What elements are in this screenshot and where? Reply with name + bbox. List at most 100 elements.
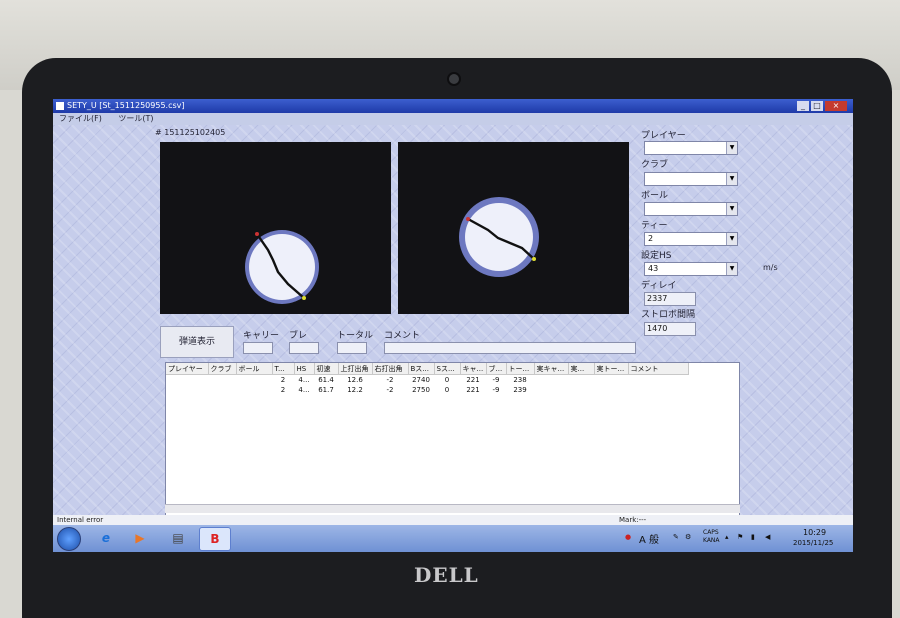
total-field[interactable] — [337, 342, 367, 354]
comment-field[interactable] — [384, 342, 636, 354]
table-cell: -9 — [492, 376, 500, 384]
hs-combo[interactable]: 43 ▼ — [644, 262, 738, 276]
blur-label: ブレ — [289, 331, 308, 341]
taskbar: e ▶ ▤ B ● A 般 ✎ ⚙ CAPS KANA ▴ ⚑ ▮ ◀ 10:2… — [53, 525, 853, 552]
table-cell — [236, 375, 272, 386]
table-cell — [594, 385, 628, 395]
table-cell: 12.2 — [347, 386, 363, 394]
tray-arrow-icon[interactable]: ▴ — [725, 533, 729, 541]
caps-indicator: CAPS — [703, 529, 719, 536]
kana-indicator: KANA — [703, 537, 720, 544]
alert-icon[interactable]: ● — [625, 533, 631, 541]
start-button[interactable] — [57, 527, 81, 551]
delay-field[interactable]: 2337 — [644, 292, 696, 306]
total-label: トータル — [337, 331, 374, 341]
chevron-down-icon[interactable]: ▼ — [726, 142, 737, 154]
menu-file[interactable]: ファイル(F) — [59, 114, 102, 123]
delay-label: ディレイ — [641, 281, 677, 291]
chevron-down-icon[interactable]: ▼ — [726, 233, 737, 245]
column-header[interactable]: 実トー... — [594, 363, 629, 375]
ime-settings-icon[interactable]: ⚙ — [685, 533, 691, 541]
ball-label: ボール — [641, 191, 669, 201]
chevron-down-icon[interactable]: ▼ — [726, 263, 737, 275]
table-cell: 2 — [280, 386, 286, 394]
volume-icon[interactable]: ◀ — [765, 533, 770, 541]
table-header-row: プレイヤー クラブ ボール T... HS 初速 上打出角 右打出角 Bス... Sス... キャ.… — [166, 363, 689, 375]
table-cell — [166, 375, 208, 386]
file-explorer-icon[interactable]: ▤ — [163, 527, 193, 549]
chevron-down-icon[interactable]: ▼ — [726, 173, 737, 185]
column-header[interactable]: 上打出角 — [338, 363, 373, 375]
capture-id: # 151125102405 — [155, 128, 226, 137]
table-cell: 0 — [444, 376, 450, 384]
table-cell — [568, 385, 594, 395]
strobe-label: ストロボ間隔 — [641, 310, 696, 320]
flag-icon[interactable]: ⚑ — [737, 533, 743, 541]
table-cell: 221 — [466, 376, 480, 384]
column-header[interactable]: 初速 — [314, 363, 339, 375]
table-cell: -9 — [492, 386, 500, 394]
tee-value: 2 — [648, 234, 654, 243]
column-header[interactable]: Sス... — [434, 363, 461, 375]
column-header[interactable]: クラブ — [208, 363, 237, 375]
ball-image-right — [459, 197, 539, 277]
column-header[interactable]: 実... — [568, 363, 595, 375]
table-cell — [534, 375, 568, 386]
close-button[interactable]: × — [825, 101, 847, 111]
hs-value: 43 — [648, 264, 659, 273]
table-cell — [568, 375, 594, 386]
status-left: Internal error — [57, 516, 104, 524]
column-header[interactable]: Bス... — [408, 363, 435, 375]
chevron-down-icon[interactable]: ▼ — [726, 203, 737, 215]
shot-table[interactable]: プレイヤー クラブ ボール T... HS 初速 上打出角 右打出角 Bス... Sス... キャ.… — [165, 362, 740, 516]
ime-tool-icon[interactable]: ✎ — [673, 533, 679, 541]
media-player-icon[interactable]: ▶ — [125, 527, 155, 549]
table-cell — [208, 385, 236, 395]
shot-table-body: プレイヤー クラブ ボール T... HS 初速 上打出角 右打出角 Bス... Sス... キャ.… — [166, 363, 689, 395]
column-header[interactable]: プレイヤー — [166, 363, 209, 375]
tee-label: ティー — [641, 221, 668, 231]
table-row[interactable]: 2 4... 61.4 12.6 -2 2740 0 221 -9 238 — [166, 375, 688, 386]
table-cell: 12.6 — [347, 376, 363, 384]
table-cell — [166, 385, 208, 395]
maximize-button[interactable]: □ — [811, 101, 823, 111]
table-cell: -2 — [386, 376, 394, 384]
internet-explorer-icon[interactable]: e — [91, 527, 121, 549]
table-row[interactable]: 2 4... 61.7 12.2 -2 2750 0 221 -9 239 — [166, 385, 688, 395]
trajectory-button[interactable]: 弾道表示 — [160, 326, 234, 358]
column-header[interactable]: 右打出角 — [372, 363, 409, 375]
hs-unit: m/s — [763, 263, 778, 272]
table-cell: 239 — [513, 386, 527, 394]
table-cell: 2 — [280, 376, 286, 384]
table-cell — [628, 385, 688, 395]
clock-date[interactable]: 2015/11/25 — [793, 539, 833, 547]
column-header[interactable]: ボール — [236, 363, 273, 375]
blur-field[interactable] — [289, 342, 319, 354]
table-horizontal-scrollbar[interactable] — [165, 504, 740, 513]
column-header[interactable]: コメント — [628, 363, 689, 375]
club-combo[interactable]: ▼ — [644, 172, 738, 186]
camera-image-right — [398, 142, 629, 314]
ime-indicator[interactable]: A 般 — [639, 531, 659, 546]
column-header[interactable]: ブ... — [486, 363, 507, 375]
comment-label: コメント — [384, 331, 421, 341]
app-icon — [56, 102, 64, 110]
clock-time[interactable]: 10:29 — [803, 528, 826, 537]
column-header[interactable]: HS — [294, 363, 315, 375]
table-rows: 2 4... 61.4 12.6 -2 2740 0 221 -9 238 2 4... 61.7 12.… — [166, 375, 688, 396]
strobe-field[interactable]: 1470 — [644, 322, 696, 336]
app-taskbar-button[interactable]: B — [199, 527, 231, 551]
menu-tool[interactable]: ツール(T) — [118, 114, 153, 123]
status-right: Mark:--- — [619, 516, 647, 524]
tee-combo[interactable]: 2 ▼ — [644, 232, 738, 246]
column-header[interactable]: キャ... — [460, 363, 487, 375]
status-bar: Internal error Mark:--- — [53, 515, 853, 525]
network-icon[interactable]: ▮ — [751, 533, 755, 541]
column-header[interactable]: トー... — [506, 363, 535, 375]
minimize-button[interactable]: _ — [797, 101, 809, 111]
column-header[interactable]: 実キャ... — [534, 363, 569, 375]
ball-combo[interactable]: ▼ — [644, 202, 738, 216]
carry-field[interactable] — [243, 342, 273, 354]
player-combo[interactable]: ▼ — [644, 141, 738, 155]
column-header[interactable]: T... — [272, 363, 295, 375]
